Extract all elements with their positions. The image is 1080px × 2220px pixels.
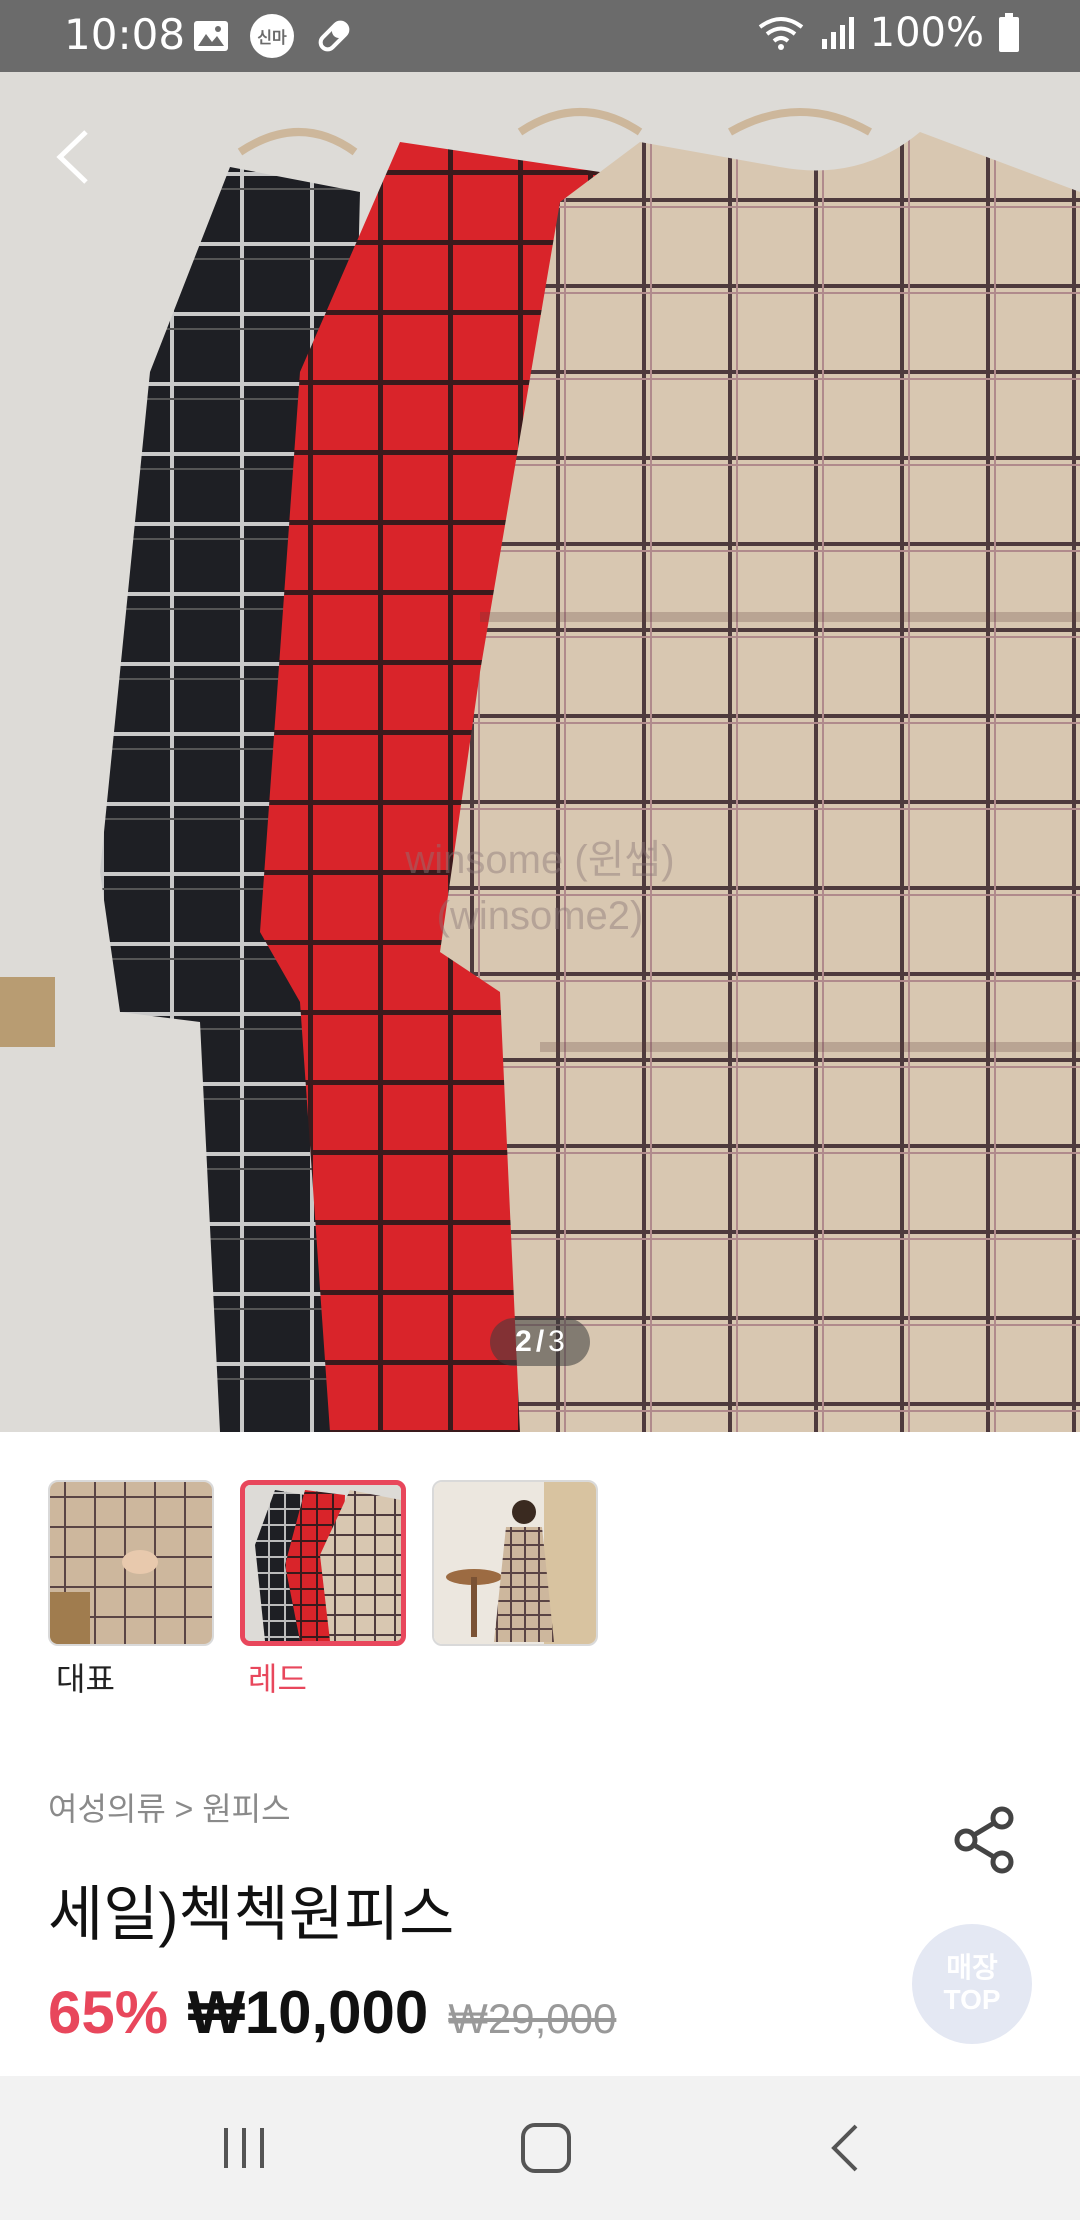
thumbnail-item[interactable] [432, 1480, 598, 1700]
image-watermark: winsome (윈썸) (winsome2) [405, 838, 675, 938]
page-indicator: 2 / 3 [490, 1318, 590, 1366]
product-image-carousel[interactable]: winsome (윈썸) (winsome2) 2 / 3 [0, 72, 1080, 1432]
thumbnail-image [240, 1480, 406, 1646]
thumbnail-label: 레드 [248, 1661, 307, 1697]
thumbnail-item-selected[interactable]: 레드 [240, 1480, 406, 1700]
pill-icon [318, 20, 350, 52]
store-top-button[interactable]: 매장 TOP [912, 1924, 1032, 2044]
status-notification-icons: 신마 [192, 14, 354, 58]
product-photo [0, 72, 1080, 1432]
thumbnail-image [432, 1480, 598, 1646]
battery-percent: 100% [869, 10, 984, 56]
share-icon[interactable] [950, 1804, 1020, 1876]
home-icon[interactable] [516, 2118, 576, 2178]
status-bar: 10:08 신마 100% [0, 0, 1080, 72]
price-row: 65% ₩10,000 ₩29,000 [48, 1978, 616, 2047]
sale-price: ₩10,000 [188, 1979, 429, 2046]
wifi-icon [758, 17, 803, 50]
status-time: 10:08 [64, 10, 186, 59]
signal-icon [821, 17, 854, 49]
product-title: 세일)첵첵원피스 [48, 1881, 455, 1948]
battery-icon [999, 13, 1019, 52]
back-arrow-icon[interactable] [40, 122, 110, 192]
status-system-icons: 100% [756, 10, 1020, 56]
discount-rate: 65% [48, 1979, 169, 2046]
thumbnail-label: 대표 [56, 1661, 115, 1697]
original-price: ₩29,000 [448, 1995, 617, 2042]
back-nav-icon[interactable] [818, 2118, 878, 2178]
system-navigation-bar [0, 2076, 1080, 2220]
thumbnail-image [48, 1480, 214, 1646]
image-icon [194, 21, 228, 51]
recent-apps-icon[interactable] [214, 2118, 274, 2178]
category-breadcrumb[interactable]: 여성의류 > 원피스 [48, 1784, 291, 1830]
thumbnail-item[interactable]: 대표 [48, 1480, 214, 1700]
notification-badge-icon: 신마 [250, 14, 294, 58]
thumbnail-strip: 대표 레드 [48, 1480, 598, 1700]
